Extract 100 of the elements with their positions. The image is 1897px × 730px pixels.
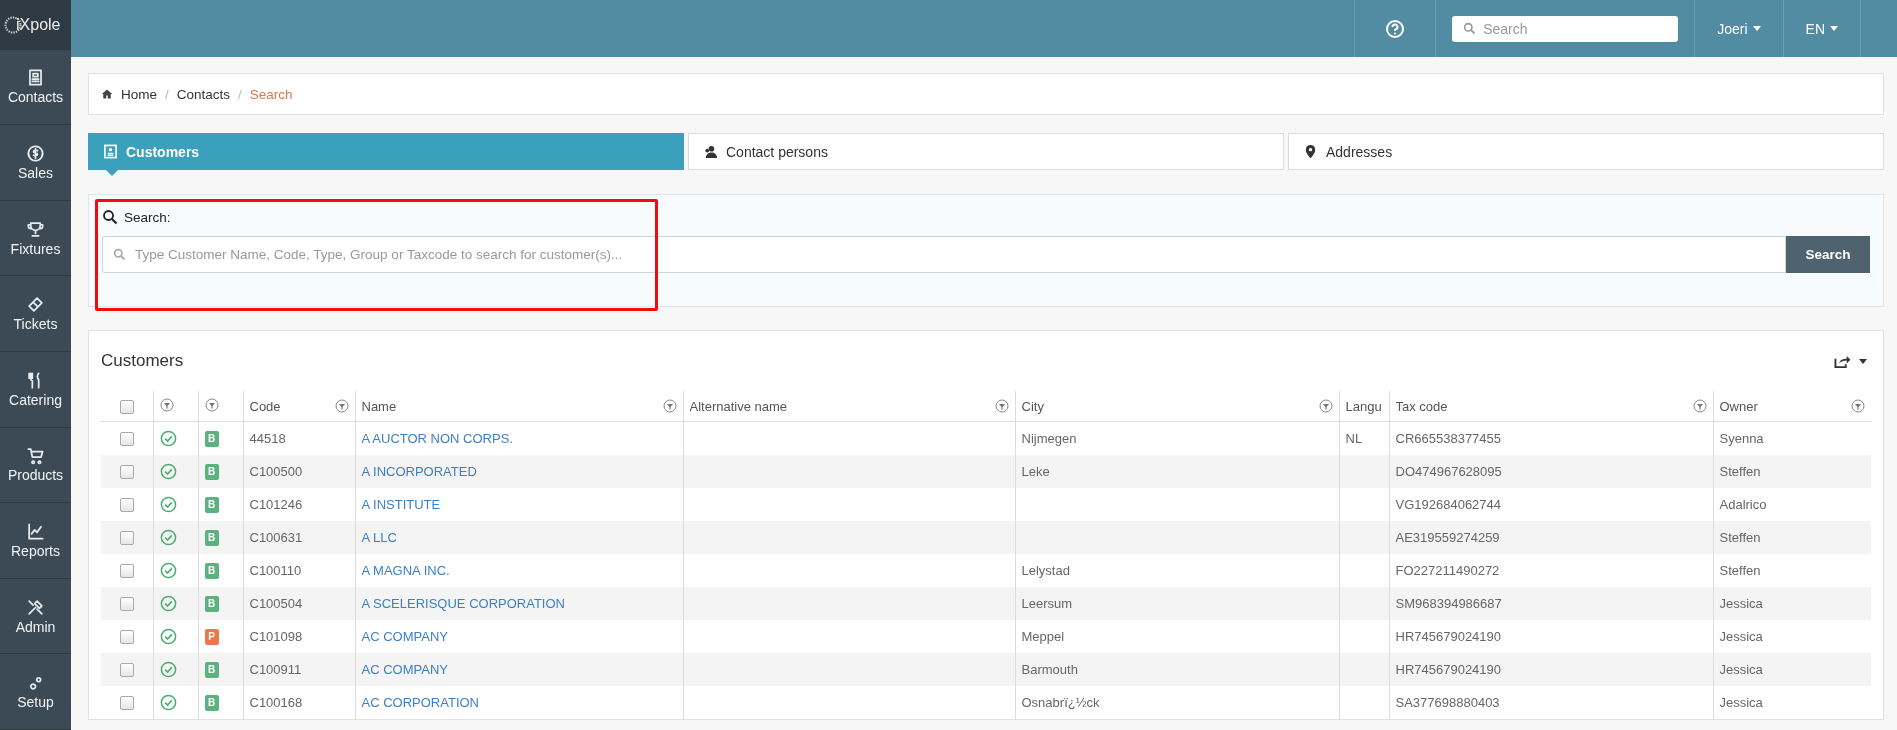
- table-cell: AE319559274259: [1395, 530, 1500, 545]
- sidebar-item[interactable]: Fixtures: [0, 200, 71, 277]
- table-cell: CR665538377455: [1395, 431, 1502, 446]
- type-badge: B: [204, 464, 219, 480]
- filter-icon[interactable]: [1851, 399, 1865, 413]
- search-field[interactable]: Type Customer Name, Code, Type, Group or Taxcode to search for customer(s)...: [102, 236, 1786, 273]
- customer-link[interactable]: A AUCTOR NON CORPS.: [361, 431, 513, 446]
- line-chart-icon: [26, 522, 45, 541]
- filter-icon[interactable]: [1692, 399, 1707, 413]
- customer-link[interactable]: A INSTITUTE: [361, 497, 441, 512]
- column-header[interactable]: Name: [361, 398, 397, 414]
- filter-icon[interactable]: [994, 399, 1009, 413]
- logo-text: iXpole: [16, 15, 61, 34]
- table-cell: C101098: [249, 629, 303, 644]
- check-circle-icon: [159, 529, 177, 546]
- type-badge: B: [204, 563, 219, 579]
- column-header[interactable]: Code: [249, 398, 281, 414]
- type-badge: B: [204, 695, 219, 711]
- tab[interactable]: Addresses: [1288, 133, 1884, 170]
- filter-icon[interactable]: [334, 399, 349, 413]
- customer-link[interactable]: AC COMPANY: [361, 662, 448, 677]
- language-menu[interactable]: EN: [1801, 20, 1842, 37]
- row-checkbox[interactable]: [119, 432, 134, 447]
- customer-link[interactable]: A MAGNA INC.: [361, 563, 450, 578]
- sidebar-item[interactable]: Products: [0, 427, 71, 504]
- logo[interactable]: iXpole: [0, 0, 71, 50]
- table-cell: NL: [1345, 431, 1363, 446]
- filter-icon[interactable]: [204, 397, 219, 412]
- table-cell: Syenna: [1719, 431, 1764, 446]
- row-checkbox[interactable]: [119, 597, 134, 612]
- type-badge: B: [204, 596, 219, 612]
- check-circle-icon: [159, 496, 177, 513]
- table-cell: SM968394986687: [1395, 596, 1502, 611]
- table-cell: Jessica: [1719, 596, 1763, 611]
- check-circle-icon: [159, 628, 177, 645]
- filter-icon[interactable]: [159, 397, 174, 412]
- check-circle-icon: [159, 595, 177, 612]
- help-icon[interactable]: [1385, 18, 1406, 39]
- panel-title: Customers: [101, 351, 184, 371]
- table-cell: C100504: [249, 596, 303, 611]
- user-menu[interactable]: Joeri: [1713, 20, 1765, 37]
- table-cell: Leke: [1021, 464, 1050, 479]
- search-button[interactable]: Search: [1786, 236, 1870, 273]
- sidebar-item[interactable]: Tickets: [0, 276, 71, 353]
- type-badge: B: [204, 662, 219, 678]
- sidebar-item[interactable]: Setup: [0, 654, 71, 730]
- table-cell: Jessica: [1719, 662, 1763, 677]
- customer-link[interactable]: AC COMPANY: [361, 629, 448, 644]
- table-cell: C100500: [249, 464, 303, 479]
- customer-link[interactable]: A INCORPORATED: [361, 464, 477, 479]
- customer-link[interactable]: A LLC: [361, 530, 397, 545]
- table-cell: Steffen: [1719, 530, 1761, 545]
- row-checkbox[interactable]: [119, 696, 134, 711]
- row-checkbox[interactable]: [119, 564, 134, 579]
- row-checkbox[interactable]: [119, 663, 134, 678]
- table-cell: C100911: [249, 662, 302, 677]
- column-header[interactable]: Tax code: [1395, 398, 1448, 414]
- table-cell: SA377698880403: [1395, 695, 1500, 710]
- table-cell: Leersum: [1021, 596, 1073, 611]
- table-cell: Steffen: [1719, 464, 1761, 479]
- table-cell: Barmouth: [1021, 662, 1078, 677]
- row-checkbox[interactable]: [119, 630, 134, 645]
- breadcrumb-link[interactable]: Home: [121, 86, 157, 102]
- column-header[interactable]: Owner: [1719, 398, 1758, 414]
- trophy-icon: [26, 219, 45, 239]
- customer-link[interactable]: AC CORPORATION: [361, 695, 479, 710]
- table-cell: Osnabrï¿½ck: [1021, 695, 1100, 710]
- search-icon: [102, 209, 118, 225]
- table-cell: HR745679024190: [1395, 629, 1502, 644]
- filter-icon[interactable]: [1318, 399, 1333, 413]
- search-field[interactable]: Search: [1452, 15, 1679, 42]
- breadcrumb-link[interactable]: Contacts: [176, 86, 231, 102]
- table-cell: Lelystad: [1021, 563, 1070, 578]
- sidebar-item[interactable]: Admin: [0, 578, 71, 655]
- breadcrumb-separator: /: [238, 86, 242, 102]
- table-cell: C101246: [249, 497, 303, 512]
- select-all-checkbox[interactable]: [119, 399, 134, 414]
- check-circle-icon: [159, 430, 177, 447]
- type-badge: B: [204, 431, 219, 447]
- sidebar-item[interactable]: Sales: [0, 125, 71, 201]
- ticket-icon: [26, 295, 45, 315]
- filter-icon[interactable]: [662, 399, 677, 413]
- column-header[interactable]: City: [1021, 398, 1044, 414]
- tab[interactable]: Contact persons: [688, 133, 1284, 170]
- table-cell: Jessica: [1719, 629, 1763, 644]
- sidebar-item[interactable]: Catering: [0, 352, 71, 428]
- column-header[interactable]: Alternative name: [689, 398, 788, 414]
- sidebar-item[interactable]: Reports: [0, 503, 71, 579]
- table-cell: Nijmegen: [1021, 431, 1077, 446]
- sidebar-item[interactable]: Contacts: [0, 49, 71, 126]
- people-icon: [703, 144, 718, 159]
- contact-card-icon: [103, 144, 118, 159]
- cart-icon: [26, 446, 45, 466]
- table-cell: Meppel: [1021, 629, 1065, 644]
- table-cell: DO474967628095: [1395, 464, 1502, 479]
- row-checkbox[interactable]: [119, 531, 134, 546]
- row-checkbox[interactable]: [119, 498, 134, 513]
- check-circle-icon: [159, 463, 177, 480]
- row-checkbox[interactable]: [119, 465, 134, 480]
- column-header[interactable]: Langu: [1345, 398, 1382, 414]
